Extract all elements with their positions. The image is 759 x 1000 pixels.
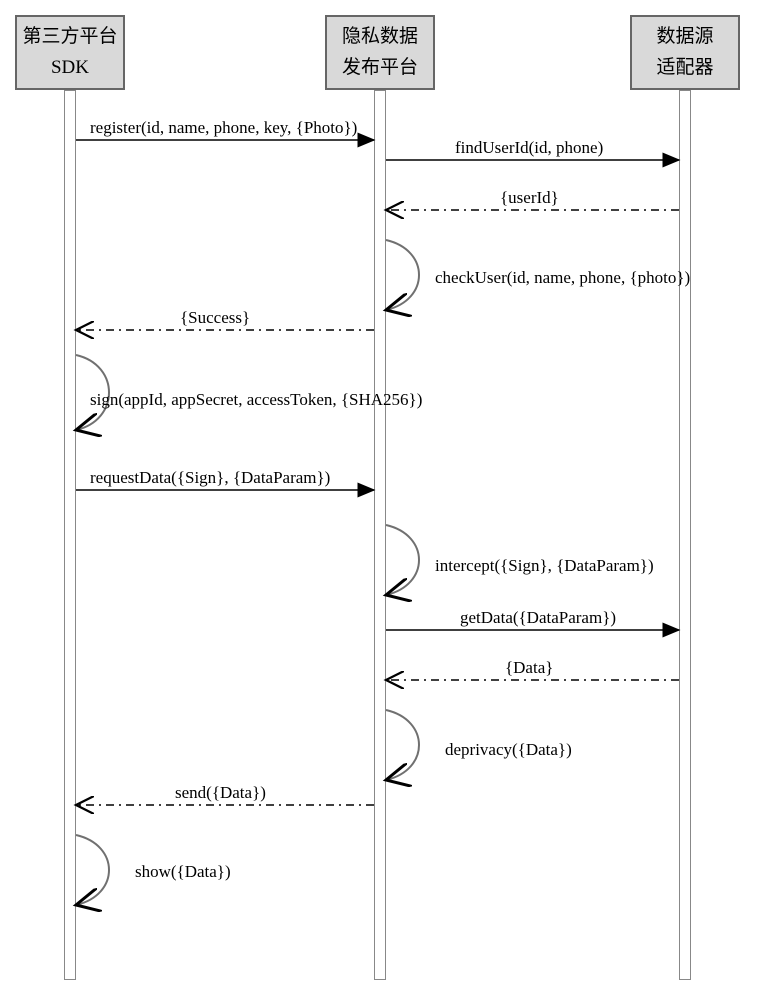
participant-label: SDK <box>51 53 89 83</box>
msg-send: send({Data}) <box>175 783 266 803</box>
msg-userid: {userId} <box>500 188 559 208</box>
participant-privacy-platform: 隐私数据 发布平台 <box>325 15 435 90</box>
lifeline-datasource-adapter <box>679 90 691 980</box>
participant-label: 第三方平台 <box>22 22 117 52</box>
msg-data: {Data} <box>505 658 553 678</box>
participant-label: 数据源 <box>656 22 713 52</box>
msg-intercept: intercept({Sign}, {DataParam}) <box>435 556 654 576</box>
lifeline-sdk <box>64 90 76 980</box>
participant-label: 发布平台 <box>342 53 418 83</box>
participant-label: 隐私数据 <box>342 22 418 52</box>
msg-requestdata: requestData({Sign}, {DataParam}) <box>90 468 330 488</box>
participant-datasource-adapter: 数据源 适配器 <box>630 15 740 90</box>
msg-checkuser: checkUser(id, name, phone, {photo}) <box>435 268 690 288</box>
msg-show: show({Data}) <box>135 862 231 882</box>
msg-sign: sign(appId, appSecret, accessToken, {SHA… <box>90 390 422 410</box>
msg-deprivacy: deprivacy({Data}) <box>445 740 572 760</box>
lifeline-privacy-platform <box>374 90 386 980</box>
msg-finduserid: findUserId(id, phone) <box>455 138 603 158</box>
participant-label: 适配器 <box>656 53 713 83</box>
participant-sdk: 第三方平台 SDK <box>15 15 125 90</box>
msg-getdata: getData({DataParam}) <box>460 608 616 628</box>
msg-success: {Success} <box>180 308 250 328</box>
msg-register: register(id, name, phone, key, {Photo}) <box>90 118 357 138</box>
